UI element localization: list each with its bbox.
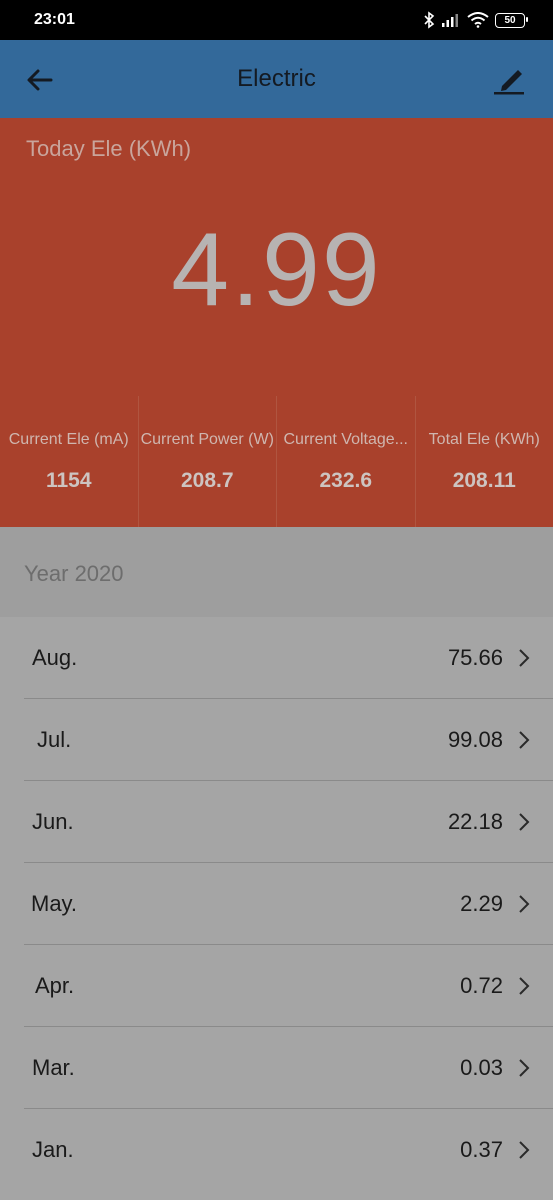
edit-pen-icon: [494, 70, 524, 95]
wifi-icon: [467, 12, 489, 28]
year-header: Year 2020: [0, 527, 553, 617]
today-panel: Today Ele (KWh) 4.99: [0, 118, 553, 396]
month-value: 0.72: [460, 973, 503, 998]
month-value: 99.08: [447, 727, 503, 752]
month-name: Apr.: [35, 973, 75, 998]
month-value: 75.66: [447, 645, 503, 670]
month-value: 0.03: [460, 1055, 503, 1080]
stat-value: 208.11: [452, 469, 516, 492]
month-row-may[interactable]: May. 2.29: [0, 863, 553, 945]
page-title: Electric: [237, 65, 316, 92]
month-name: Jul.: [37, 727, 72, 752]
status-time: 23:01: [34, 11, 75, 28]
month-row-mar[interactable]: Mar. 0.03: [0, 1027, 553, 1109]
stat-label: Current Ele (mA): [8, 431, 129, 448]
chevron-right-icon: [519, 813, 530, 831]
month-value: 0.37: [460, 1137, 503, 1162]
month-value: 2.29: [460, 891, 503, 916]
battery-icon: 50: [495, 12, 528, 28]
bluetooth-icon: [423, 11, 435, 29]
chevron-right-icon: [519, 649, 530, 667]
month-row-apr[interactable]: Apr. 0.72: [0, 945, 553, 1027]
stat-current-ele: Current Ele (mA) 1154: [0, 396, 139, 527]
chevron-right-icon: [519, 731, 530, 749]
month-name: Mar.: [32, 1055, 75, 1080]
chevron-right-icon: [519, 895, 530, 913]
month-list: Aug. 75.66 Jul. 99.08 Jun. 22.18 May. 2.…: [0, 617, 553, 1191]
status-bar: 23:01 50: [0, 0, 553, 40]
month-row-jun[interactable]: Jun. 22.18: [0, 781, 553, 863]
status-icons: 50: [423, 11, 528, 29]
edit-button[interactable]: [491, 62, 527, 98]
month-name: May.: [31, 891, 78, 916]
month-name: Jun.: [32, 809, 74, 834]
stat-value: 208.7: [180, 469, 234, 492]
toolbar: Electric: [0, 40, 553, 118]
stat-current-power: Current Power (W) 208.7: [139, 396, 277, 527]
chevron-right-icon: [519, 1059, 530, 1077]
month-name: Aug.: [32, 645, 78, 670]
month-row-aug[interactable]: Aug. 75.66: [0, 617, 553, 699]
month-row-jul[interactable]: Jul. 99.08: [0, 699, 553, 781]
arrow-left-icon: [27, 69, 53, 91]
chevron-right-icon: [519, 977, 530, 995]
stats-row: Current Ele (mA) 1154 Current Power (W) …: [0, 396, 553, 527]
stat-value: 1154: [45, 469, 92, 492]
stat-current-voltage: Current Voltage... 232.6: [277, 396, 416, 527]
month-name: Jan.: [32, 1137, 74, 1162]
stat-label: Total Ele (KWh): [428, 431, 540, 448]
signal-icon: [441, 12, 461, 28]
stat-total-ele: Total Ele (KWh) 208.11: [416, 396, 553, 527]
chevron-right-icon: [519, 1141, 530, 1159]
month-value: 22.18: [447, 809, 503, 834]
stat-label: Current Voltage...: [283, 431, 408, 448]
month-row-jan[interactable]: Jan. 0.37: [0, 1109, 553, 1191]
stat-label: Current Power (W): [140, 431, 274, 448]
back-button[interactable]: [24, 64, 56, 96]
stat-value: 232.6: [319, 469, 373, 492]
year-label: Year 2020: [24, 561, 124, 586]
today-label: Today Ele (KWh): [26, 136, 192, 161]
today-value: 4.99: [171, 212, 382, 328]
